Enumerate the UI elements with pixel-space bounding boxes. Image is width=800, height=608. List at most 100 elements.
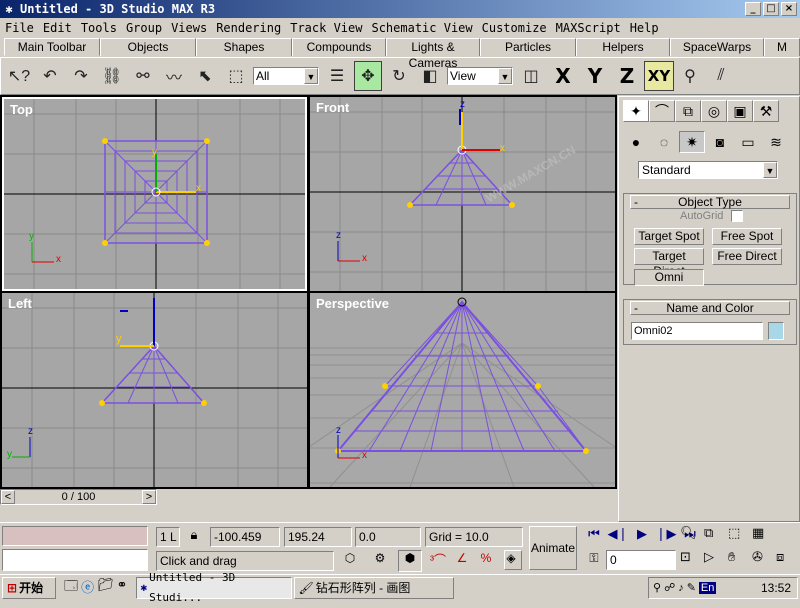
close-button[interactable]: ×: [781, 2, 797, 16]
name-color-header[interactable]: - Name and Color: [630, 301, 790, 315]
menu-maxscript[interactable]: MAXScript: [551, 21, 625, 35]
start-button[interactable]: ⊞ 开始: [2, 576, 56, 599]
selection-filter-dropdown[interactable]: All ▼: [253, 67, 319, 85]
coord-y-field[interactable]: 195.24: [284, 527, 352, 547]
current-frame-field[interactable]: 0: [606, 550, 676, 570]
object-type-header[interactable]: - Object Type: [630, 195, 790, 209]
motion-tab-icon[interactable]: ◎: [701, 100, 727, 122]
pan-icon[interactable]: ✋︎: [728, 549, 750, 571]
play-icon[interactable]: ▶: [631, 526, 653, 546]
hierarchy-tab-icon[interactable]: ⧉: [675, 100, 701, 122]
undo-icon[interactable]: ↶: [36, 61, 64, 91]
free-direct-button[interactable]: Free Direct: [712, 248, 782, 265]
menu-tools[interactable]: Tools: [76, 21, 121, 35]
display-tab-icon[interactable]: ▣: [727, 100, 753, 122]
desktop-icon[interactable]: 🗔: [64, 577, 78, 599]
task-paint[interactable]: 🖌︎ 钻石形阵列 - 画图: [293, 576, 454, 599]
tab-more[interactable]: M: [764, 38, 800, 56]
menu-help[interactable]: Help: [625, 21, 663, 35]
target-direct-button[interactable]: Target Direct: [634, 248, 704, 278]
geometry-icon[interactable]: ●: [623, 131, 649, 153]
field-of-view-icon[interactable]: ▷: [704, 549, 726, 571]
minus-button[interactable]: -: [504, 550, 522, 570]
lights-icon[interactable]: ✷: [679, 131, 705, 153]
minimize-button[interactable]: _: [745, 2, 761, 16]
tab-main-toolbar[interactable]: Main Toolbar: [4, 38, 100, 56]
ik-icon[interactable]: ⚲: [676, 61, 704, 91]
region-select-icon[interactable]: ⬚: [222, 61, 250, 91]
create-tab-icon[interactable]: ✦: [623, 100, 649, 122]
angle-snap-icon[interactable]: ∠: [452, 551, 472, 571]
select-by-name-icon[interactable]: ☰: [323, 61, 351, 91]
modify-tab-icon[interactable]: ⌒: [649, 100, 675, 122]
coord-x-field[interactable]: -100.459: [210, 527, 280, 547]
menu-track-view[interactable]: Track View: [285, 21, 366, 35]
chevron-down-icon[interactable]: ▼: [498, 68, 512, 84]
unknown-icon[interactable]: [776, 525, 798, 547]
tab-shapes[interactable]: Shapes: [196, 38, 292, 56]
viewport-front[interactable]: Front x z z x WWW.MAXCN.CN: [310, 97, 615, 291]
tray-volume-icon[interactable]: ♪: [678, 582, 684, 594]
region-zoom-icon[interactable]: ⊡: [680, 549, 702, 571]
min-max-toggle-icon[interactable]: ⧈: [776, 549, 798, 571]
previous-frame-icon[interactable]: ◀❘: [607, 526, 629, 546]
zoom-icon[interactable]: 🔍︎: [680, 525, 702, 547]
time-prev-button[interactable]: <: [1, 490, 15, 504]
restrict-y-button[interactable]: Y: [580, 61, 610, 91]
tray-network-icon[interactable]: ☍: [664, 581, 675, 594]
key-mode-icon[interactable]: ⚿: [583, 551, 605, 571]
restrict-xy-button[interactable]: XY: [644, 61, 674, 91]
menu-file[interactable]: File: [0, 21, 38, 35]
rotate-icon[interactable]: ↻: [385, 61, 413, 91]
object-name-input[interactable]: Omni02: [631, 322, 763, 340]
lock-selection-icon[interactable]: 🔒︎: [184, 527, 204, 547]
snap-toggle-icon[interactable]: ⬢: [398, 550, 422, 572]
tab-spacewarps[interactable]: SpaceWarps: [670, 38, 764, 56]
category-dropdown[interactable]: Standard ▼: [638, 161, 778, 179]
scale-icon[interactable]: ◧: [416, 61, 444, 91]
target-spot-button[interactable]: Target Spot: [634, 228, 704, 245]
tray-lang-icon[interactable]: En: [698, 581, 717, 594]
reference-coord-dropdown[interactable]: View ▼: [447, 67, 513, 85]
object-color-swatch[interactable]: [768, 322, 784, 340]
network-icon[interactable]: ⚭: [117, 577, 128, 599]
move-icon[interactable]: ✥: [354, 61, 382, 91]
collapse-icon[interactable]: -: [634, 196, 638, 208]
chevron-down-icon[interactable]: ▼: [304, 68, 318, 84]
task-3dsmax[interactable]: ✱ Untitled - 3D Studi...: [135, 571, 292, 604]
degrade-override-icon[interactable]: ⚙: [370, 551, 390, 571]
pivot-center-icon[interactable]: ◫: [517, 61, 545, 91]
tab-objects[interactable]: Objects: [100, 38, 196, 56]
zoom-extents-icon[interactable]: ⬚: [728, 525, 750, 547]
browser-icon[interactable]: ⓔ: [81, 577, 94, 599]
menu-rendering[interactable]: Rendering: [211, 21, 285, 35]
maxscript-listener-mini[interactable]: [2, 526, 148, 546]
zoom-all-icon[interactable]: ⧉: [704, 525, 726, 547]
collapse-icon[interactable]: -: [634, 302, 638, 314]
cameras-icon[interactable]: ◙: [707, 131, 733, 153]
next-frame-icon[interactable]: ❘▶: [655, 526, 677, 546]
menu-schematic-view[interactable]: Schematic View: [366, 21, 476, 35]
menu-group[interactable]: Group: [121, 21, 166, 35]
mirror-icon[interactable]: ⫽: [707, 61, 735, 91]
utilities-tab-icon[interactable]: ⚒: [753, 100, 779, 122]
go-to-start-icon[interactable]: ⏮: [583, 526, 605, 546]
free-spot-button[interactable]: Free Spot: [712, 228, 782, 245]
tray-app-icon[interactable]: ⚲: [653, 581, 661, 594]
time-slider[interactable]: < 0 / 100 >: [0, 489, 157, 505]
tab-helpers[interactable]: Helpers: [576, 38, 670, 56]
animate-button[interactable]: Animate: [529, 526, 577, 570]
coord-z-field[interactable]: 0.0: [355, 527, 421, 547]
autogrid-checkbox[interactable]: [731, 210, 744, 222]
viewport-perspective[interactable]: Perspective x z: [310, 293, 615, 487]
tab-compounds[interactable]: Compounds: [292, 38, 386, 56]
spacewarps-icon[interactable]: ≋: [763, 131, 789, 153]
arc-rotate-icon[interactable]: ✇: [752, 549, 774, 571]
explorer-icon[interactable]: 📁︎: [97, 577, 114, 599]
viewport-left[interactable]: Left y z y: [2, 293, 307, 487]
menu-views[interactable]: Views: [166, 21, 211, 35]
tab-particles[interactable]: Particles: [480, 38, 576, 56]
omni-button[interactable]: Omni: [634, 269, 704, 286]
select-link-icon[interactable]: ⛓: [98, 61, 126, 91]
restrict-z-button[interactable]: Z: [612, 61, 642, 91]
